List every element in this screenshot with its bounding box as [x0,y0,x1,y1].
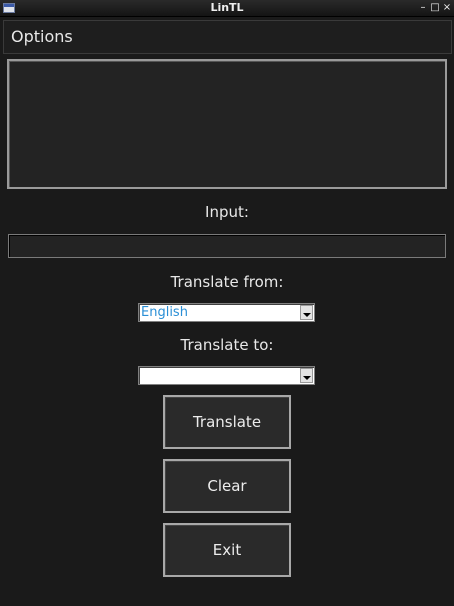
input-label: Input: [205,203,249,221]
translate-to-select[interactable] [138,366,315,385]
chevron-down-icon[interactable] [300,368,313,383]
close-icon[interactable]: × [442,1,452,15]
window-title: LinTL [210,1,244,14]
translate-from-select[interactable]: English [138,303,315,322]
translate-button[interactable]: Translate [163,395,291,449]
window-controls: – □ × [418,1,452,15]
output-text-area[interactable] [7,59,447,189]
translate-from-label: Translate from: [170,273,284,291]
exit-button[interactable]: Exit [163,523,291,577]
menu-bar: Options [3,20,452,54]
clear-button[interactable]: Clear [163,459,291,513]
translate-from-value: English [141,305,188,320]
app-window: LinTL – □ × Options Input: Translate fro… [0,0,454,606]
menu-options[interactable]: Options [11,28,73,46]
translate-to-label: Translate to: [180,336,274,354]
maximize-icon[interactable]: □ [430,1,440,15]
chevron-down-icon[interactable] [300,305,313,320]
input-field[interactable] [8,234,446,258]
title-bar[interactable]: LinTL – □ × [0,0,454,17]
minimize-icon[interactable]: – [418,1,428,15]
